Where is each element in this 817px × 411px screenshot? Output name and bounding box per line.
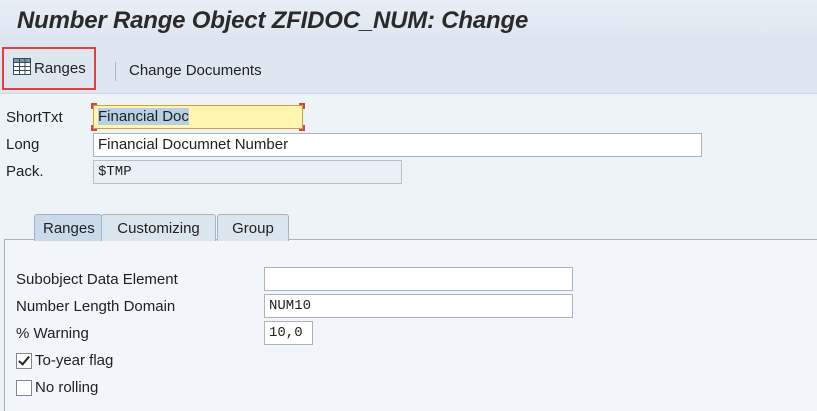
to-year-flag-label: To-year flag <box>35 352 114 369</box>
warning-label: % Warning <box>16 325 89 342</box>
focus-corner <box>299 125 305 131</box>
subobject-field[interactable] <box>264 267 573 291</box>
warning-field[interactable]: 10,0 <box>264 321 313 345</box>
focus-corner <box>91 125 97 131</box>
check-icon <box>18 353 30 366</box>
short-text-value: Financial Doc <box>98 108 189 125</box>
tab-ranges[interactable]: Ranges <box>34 214 102 241</box>
number-length-field[interactable]: NUM10 <box>264 294 573 318</box>
to-year-flag-checkbox[interactable] <box>16 353 32 369</box>
tab-customizing[interactable]: Customizing <box>101 214 216 241</box>
short-text-label: ShortTxt <box>6 109 63 126</box>
long-text-field[interactable]: Financial Documnet Number <box>93 133 702 157</box>
no-rolling-checkbox[interactable] <box>16 380 32 396</box>
application-toolbar: Ranges Change Documents <box>0 46 817 94</box>
long-text-label: Long <box>6 136 40 153</box>
change-documents-label: Change Documents <box>129 61 262 79</box>
short-text-field[interactable]: Financial Doc <box>91 103 305 131</box>
tab-group[interactable]: Group <box>217 214 289 241</box>
no-rolling-label: No rolling <box>35 379 99 396</box>
toolbar-separator <box>115 62 116 81</box>
title-bar: Number Range Object ZFIDOC_NUM: Change <box>0 0 817 46</box>
ranges-button[interactable]: Ranges <box>2 47 96 90</box>
focus-corner <box>299 103 305 109</box>
focus-corner <box>91 103 97 109</box>
ranges-button-label: Ranges <box>34 60 86 77</box>
table-grid-icon <box>13 58 31 79</box>
change-documents-button[interactable]: Change Documents <box>129 59 262 81</box>
package-label: Pack. <box>6 163 44 180</box>
number-length-label: Number Length Domain <box>16 298 176 315</box>
tab-panel <box>4 239 817 411</box>
subobject-label: Subobject Data Element <box>16 271 178 288</box>
page-title: Number Range Object ZFIDOC_NUM: Change <box>17 7 529 34</box>
package-field: $TMP <box>93 160 402 184</box>
